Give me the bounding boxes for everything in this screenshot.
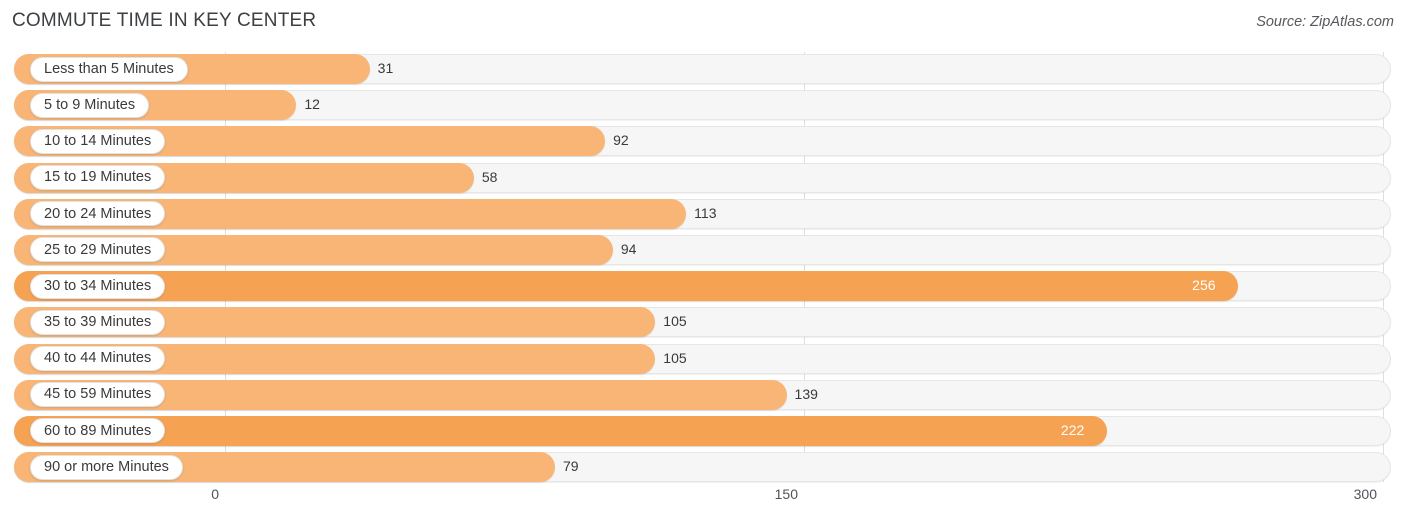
category-label: 20 to 24 Minutes [44, 205, 152, 222]
category-label-pill: 15 to 19 Minutes [30, 165, 166, 191]
bar-row[interactable]: 10 to 14 Minutes 92 [0, 124, 1406, 160]
category-label: 30 to 34 Minutes [44, 277, 152, 294]
category-label-pill: 90 or more Minutes [30, 454, 183, 480]
x-tick-label: 150 [774, 486, 798, 502]
x-axis: 0 150 300 [0, 482, 1406, 512]
bar-row[interactable]: 15 to 19 Minutes 58 [0, 161, 1406, 197]
bar[interactable] [14, 415, 1107, 446]
category-label-pill: 20 to 24 Minutes [30, 201, 166, 227]
category-label-pill: 40 to 44 Minutes [30, 346, 166, 371]
chart-root: COMMUTE TIME IN KEY CENTER Source: ZipAt… [0, 0, 1406, 523]
category-label-pill: 35 to 39 Minutes [30, 309, 166, 335]
bar-rows: Less than 5 Minutes 31 5 to 9 Minutes 12 10 … [0, 52, 1406, 486]
bar-value-label: 31 [377, 60, 394, 76]
bar-row[interactable]: 60 to 89 Minutes 222 [0, 414, 1406, 450]
x-tick-label: 0 [211, 486, 219, 502]
page-title: COMMUTE TIME IN KEY CENTER [12, 10, 317, 31]
bar-value-label: 92 [613, 132, 629, 149]
bar-value-label: 12 [304, 96, 320, 113]
category-label: 35 to 39 Minutes [44, 314, 152, 331]
category-label-pill: 10 to 14 Minutes [30, 128, 166, 154]
bar[interactable] [14, 271, 1239, 302]
category-label: 90 or more Minutes [44, 458, 169, 475]
bar-row[interactable]: 30 to 34 Minutes 256 [0, 269, 1406, 305]
bar-row[interactable]: 40 to 44 Minutes 105 [0, 342, 1406, 378]
bar-value-label: 105 [663, 349, 687, 366]
source-attribution: Source: ZipAtlas.com [1256, 14, 1394, 30]
category-label: 5 to 9 Minutes [44, 96, 136, 113]
bar-row[interactable]: 25 to 29 Minutes 94 [0, 233, 1406, 269]
category-label-pill: 60 to 89 Minutes [30, 418, 166, 444]
bar-row[interactable]: 5 to 9 Minutes 12 [0, 88, 1406, 124]
category-label: 45 to 59 Minutes [44, 386, 152, 403]
bar-row[interactable]: 20 to 24 Minutes 113 [0, 197, 1406, 233]
bar-value-label: 139 [794, 385, 818, 402]
bar-row[interactable]: 45 to 59 Minutes 139 [0, 378, 1406, 414]
category-label-pill: 45 to 59 Minutes [30, 382, 166, 408]
bar-value-label: 79 [562, 458, 579, 475]
category-label-pill: Less than 5 Minutes [30, 56, 188, 82]
bar-value-label: 256 [1192, 277, 1216, 294]
bar-value-label: 113 [694, 204, 717, 221]
category-label: Less than 5 Minutes [44, 60, 174, 77]
bar-value-label: 222 [1060, 421, 1085, 438]
category-label-pill: 30 to 34 Minutes [30, 273, 166, 299]
category-label-pill: 5 to 9 Minutes [30, 92, 150, 118]
plot-area: Less than 5 Minutes 31 5 to 9 Minutes 12 10 … [0, 52, 1406, 483]
category-label: 15 to 19 Minutes [44, 169, 152, 186]
bar-value-label: 94 [620, 240, 637, 257]
bar-value-label: 58 [481, 168, 498, 185]
category-label: 60 to 89 Minutes [44, 422, 152, 439]
category-label: 40 to 44 Minutes [44, 350, 152, 367]
category-label: 25 to 29 Minutes [44, 241, 152, 258]
bar-row[interactable]: 90 or more Minutes 79 [0, 450, 1406, 486]
category-label-pill: 25 to 29 Minutes [30, 237, 166, 263]
category-label: 10 to 14 Minutes [44, 133, 152, 150]
bar-row[interactable]: Less than 5 Minutes 31 [0, 52, 1406, 88]
x-tick-label: 300 [1353, 486, 1377, 502]
bar-row[interactable]: 35 to 39 Minutes 105 [0, 305, 1406, 341]
bar-value-label: 105 [663, 313, 687, 330]
